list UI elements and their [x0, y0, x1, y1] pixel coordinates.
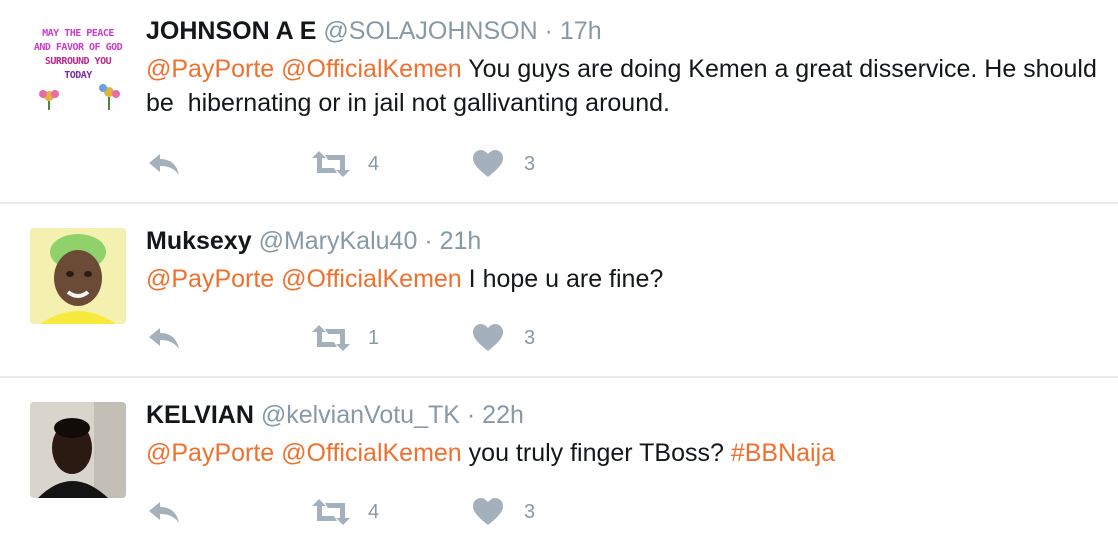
retweet-icon: [312, 325, 350, 351]
username[interactable]: @MaryKalu40: [259, 227, 418, 255]
profile-photo: [30, 402, 126, 498]
retweet-count: 4: [368, 500, 380, 523]
username[interactable]: @kelvianVotu_TK: [261, 401, 460, 429]
mention-link[interactable]: @OfficialKemen: [281, 439, 462, 467]
heart-icon: [473, 150, 503, 177]
separator: ·: [466, 401, 476, 429]
tweet[interactable]: MAY THE PEACE AND FAVOR OF GOD SURROUND …: [0, 0, 1118, 202]
tweet-header: JOHNSON A E @SOLAJOHNSON · 17h: [146, 16, 602, 46]
reply-button[interactable]: [146, 144, 182, 184]
hashtag-link[interactable]: #BBNaija: [731, 439, 835, 467]
mention-link[interactable]: @PayPorte: [146, 265, 274, 293]
display-name[interactable]: JOHNSON A E: [146, 17, 316, 45]
like-button[interactable]: 3: [472, 318, 535, 358]
tweet-text: @PayPorte @OfficialKemen you truly finge…: [146, 436, 1116, 470]
mention-link[interactable]: @PayPorte: [146, 55, 274, 83]
avatar-text: SURROUND YOU: [44, 56, 112, 67]
reply-button[interactable]: [146, 318, 182, 358]
mention-link[interactable]: @OfficialKemen: [281, 55, 462, 83]
heart-icon: [473, 324, 503, 351]
timeline: MAY THE PEACE AND FAVOR OF GOD SURROUND …: [0, 0, 1118, 538]
mention-link[interactable]: @OfficialKemen: [281, 265, 462, 293]
heart-icon: [473, 498, 503, 525]
tweet-body-text: you truly finger TBoss?: [468, 439, 724, 467]
timestamp[interactable]: 21h: [440, 227, 482, 255]
avatar[interactable]: MAY THE PEACE AND FAVOR OF GOD SURROUND …: [30, 22, 126, 118]
reply-icon: [149, 154, 179, 175]
reply-icon: [149, 328, 179, 349]
timestamp[interactable]: 17h: [560, 17, 602, 45]
retweet-count: 4: [368, 152, 380, 175]
avatar-text: AND FAVOR OF GOD: [33, 42, 123, 53]
retweet-button[interactable]: 1: [310, 318, 379, 358]
flower-icon: [99, 84, 120, 110]
retweet-button[interactable]: 4: [310, 492, 379, 532]
like-count: 3: [524, 152, 536, 175]
like-count: 3: [524, 500, 536, 523]
username[interactable]: @SOLAJOHNSON: [323, 17, 537, 45]
tweet[interactable]: KELVIAN @kelvianVotu_TK · 22h @PayPorte …: [0, 378, 1118, 538]
tweet[interactable]: Muksexy @MaryKalu40 · 21h @PayPorte @Off…: [0, 204, 1118, 376]
retweet-count: 1: [368, 326, 380, 349]
tweet-actions: 4 3: [146, 492, 646, 532]
tweet-text: @PayPorte @OfficialKemen I hope u are fi…: [146, 262, 1116, 296]
separator: ·: [544, 17, 553, 45]
reply-button[interactable]: [146, 492, 182, 532]
tweet-header: KELVIAN @kelvianVotu_TK · 22h: [146, 400, 524, 430]
display-name[interactable]: Muksexy: [146, 227, 252, 255]
avatar[interactable]: [30, 228, 126, 324]
timestamp[interactable]: 22h: [482, 401, 524, 429]
mention-link[interactable]: @PayPorte: [146, 439, 274, 467]
like-button[interactable]: 3: [472, 492, 535, 532]
tweet-actions: 1 3: [146, 318, 646, 358]
tweet-text: @PayPorte @OfficialKemen You guys are do…: [146, 52, 1116, 120]
tweet-header: Muksexy @MaryKalu40 · 21h: [146, 226, 481, 256]
retweet-icon: [312, 499, 350, 525]
like-count: 3: [524, 326, 536, 349]
profile-photo: [30, 228, 126, 324]
tweet-actions: 4 3: [146, 144, 646, 184]
avatar[interactable]: [30, 402, 126, 498]
flower-icon: [39, 90, 59, 110]
like-button[interactable]: 3: [472, 144, 535, 184]
separator: ·: [424, 227, 433, 255]
reply-icon: [149, 502, 179, 523]
tweet-body-text: I hope u are fine?: [468, 265, 664, 293]
display-name[interactable]: KELVIAN: [146, 401, 254, 429]
retweet-icon: [312, 151, 350, 177]
avatar-text: MAY THE PEACE: [42, 28, 114, 39]
retweet-button[interactable]: 4: [310, 144, 379, 184]
